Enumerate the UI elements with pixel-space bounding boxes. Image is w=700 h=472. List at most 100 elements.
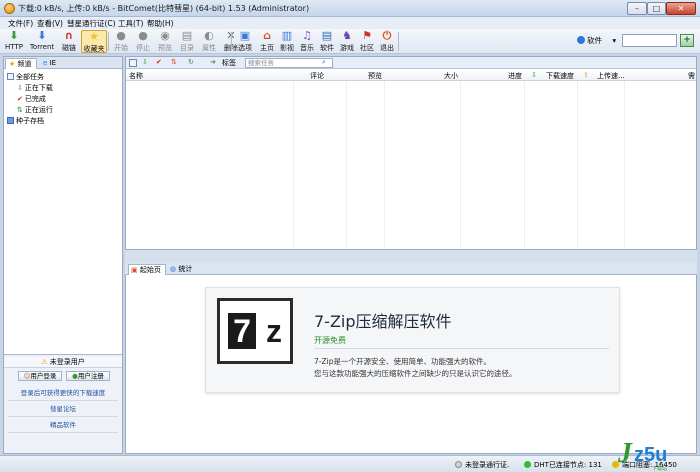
stop-icon: ● <box>138 29 148 42</box>
forum-link[interactable]: 彗星论坛 <box>4 403 122 413</box>
user-register-label: 用户注册 <box>77 372 104 380</box>
divider <box>8 432 118 433</box>
tab-channel[interactable]: ★ 频道 <box>5 58 37 69</box>
login-box: ⚠ 未登录用户 ☺用户登录 ●用户注册 登录后可获得更快的下载速度 彗星论坛 精… <box>4 354 122 453</box>
col-upload-speed[interactable]: 上传速... <box>597 71 625 81</box>
toolbar-button-label: 主页 <box>260 44 274 52</box>
tag-label[interactable]: 标签 <box>222 58 236 68</box>
properties-icon: ◐ <box>204 29 214 42</box>
offline-icon <box>455 461 462 468</box>
tag-icon: ➔ <box>210 58 216 66</box>
maximize-button[interactable]: □ <box>647 2 666 15</box>
toolbar-button-http[interactable]: ⬇ HTTP <box>3 30 25 53</box>
toolbar-button-start[interactable]: ● 开始 <box>110 30 132 53</box>
panel-splitter[interactable] <box>125 250 697 263</box>
dht-connected-icon <box>524 461 531 468</box>
toolbar-button-label: 开始 <box>114 44 128 52</box>
tab-ie[interactable]: e IE <box>40 58 60 69</box>
col-size[interactable]: 大小 <box>444 71 458 81</box>
tree-item-downloading[interactable]: ⇩ 正在下载 <box>17 83 53 93</box>
close-button[interactable]: ✕ <box>666 2 696 15</box>
software-link[interactable]: 精品软件 <box>4 419 122 429</box>
search-category-select[interactable]: 软件 ▾ <box>577 35 616 46</box>
tree-item-running[interactable]: ⇅ 正在运行 <box>17 105 53 115</box>
tree-item-completed[interactable]: ✔ 已完成 <box>17 94 46 104</box>
col-progress[interactable]: 进度 <box>508 71 522 81</box>
col-required[interactable]: 需 <box>688 71 695 81</box>
toolbar-button-home[interactable]: ⌂ 主页 <box>256 30 278 53</box>
tab-start-page[interactable]: ▣ 起始页 <box>128 264 166 275</box>
tree-item-torrent-archive[interactable]: 种子存档 <box>7 116 44 126</box>
software-ad-card[interactable]: 7 z 7-Zip压缩解压软件 开源免费 7-Zip是一个开源安全、使用简单、功… <box>205 287 620 393</box>
task-search-input[interactable]: 搜索任务 <box>245 58 333 68</box>
col-download-speed[interactable]: 下载速度 <box>546 71 574 81</box>
tree-item-label: 正在下载 <box>24 84 53 92</box>
archive-icon <box>7 117 14 124</box>
toolbar-separator <box>231 32 232 51</box>
col-preview[interactable]: 预览 <box>368 71 382 81</box>
running-filter-icon[interactable]: ⇅ <box>171 58 177 66</box>
tab-statistics[interactable]: ◍ 统计 <box>168 264 196 275</box>
ad-subtitle: 开源免费 <box>314 336 346 345</box>
passport-status[interactable]: 未登录通行证. <box>455 460 509 470</box>
toolbar-button-community[interactable]: ⚑ 社区 <box>357 30 377 53</box>
community-icon: ⚑ <box>362 29 372 42</box>
toolbar-button-exit[interactable]: ⏻ 退出 <box>377 30 397 53</box>
task-column-header: 名称 评论 预览 大小 进度 ⇩ 下载速度 ⇧ 上传速... 需 <box>126 70 696 81</box>
star-icon: ★ <box>9 60 16 68</box>
menu-tools[interactable]: 工具(T) <box>118 18 143 29</box>
toolbar-button-folder[interactable]: ▤ 目录 <box>176 30 198 53</box>
toolbar-button-magnet[interactable]: ∩ 磁链 <box>58 30 80 53</box>
toolbar-button-star[interactable]: ★ 收藏夹 <box>81 30 107 53</box>
user-register-button[interactable]: ●用户注册 <box>66 371 110 381</box>
start-icon: ● <box>116 29 126 42</box>
web-search-input[interactable] <box>622 34 677 47</box>
ad-title[interactable]: 7-Zip压缩解压软件 <box>314 308 452 332</box>
toolbar-button-stop[interactable]: ● 停止 <box>132 30 154 53</box>
task-list-icon[interactable] <box>129 59 137 67</box>
menu-passport[interactable]: 彗星通行证(C) <box>67 18 116 29</box>
toolbar-button-options[interactable]: ▣ 选项 <box>234 30 256 53</box>
ie-icon: e <box>43 59 48 67</box>
completed-filter-icon[interactable]: ✔ <box>156 58 162 66</box>
column-divider <box>460 81 461 249</box>
search-category-label: 软件 <box>587 36 602 45</box>
web-search-button[interactable]: + <box>680 34 694 47</box>
bitcomet-logo-icon <box>4 3 15 14</box>
jz5u-watermark: J z5u 下载站 <box>618 438 700 472</box>
menu-view[interactable]: 查看(V) <box>37 18 63 29</box>
all-tasks-icon <box>7 73 14 80</box>
faster-download-link[interactable]: 登录后可获得更快的下载速度 <box>4 387 122 397</box>
toolbar-button-label: 属性 <box>202 44 216 52</box>
minimize-button[interactable]: – <box>627 2 647 15</box>
toolbar-button-music[interactable]: ♫ 音乐 <box>297 30 317 53</box>
toolbar-button-torrent[interactable]: ⬇ Torrent <box>26 30 58 53</box>
toolbar-button-label: 社区 <box>360 44 374 52</box>
toolbar-button-label: HTTP <box>5 43 23 51</box>
user-login-label: 用户登录 <box>30 372 57 380</box>
refresh-icon[interactable]: ↻ <box>188 58 194 66</box>
col-comment[interactable]: 评论 <box>310 71 324 81</box>
toolbar-button-video[interactable]: ▥ 影视 <box>276 30 298 53</box>
home-icon: ⌂ <box>263 29 271 42</box>
music-icon: ♫ <box>302 29 312 42</box>
divider <box>8 400 118 401</box>
menu-help[interactable]: 帮助(H) <box>147 18 174 29</box>
user-login-button[interactable]: ☺用户登录 <box>18 371 62 381</box>
menu-file[interactable]: 文件(F) <box>8 18 33 29</box>
options-icon: ▣ <box>239 29 251 42</box>
download-filter-icon[interactable]: ⇩ <box>142 58 148 66</box>
col-name[interactable]: 名称 <box>129 71 143 81</box>
toolbar-button-game[interactable]: ♞ 游戏 <box>337 30 357 53</box>
toolbar-button-preview[interactable]: ◉ 预览 <box>154 30 176 53</box>
toolbar-button-label: 预览 <box>158 44 172 52</box>
tree-item-all-tasks[interactable]: 全部任务 <box>7 72 44 82</box>
search-icon[interactable]: ⌕ <box>322 58 326 67</box>
column-divider <box>293 81 294 249</box>
toolbar-button-label: 退出 <box>380 44 394 52</box>
toolbar-button-properties[interactable]: ◐ 属性 <box>198 30 220 53</box>
upload-arrow-icon: ⇧ <box>583 71 589 79</box>
tree-item-label: 已完成 <box>24 95 46 103</box>
column-divider <box>524 81 525 249</box>
toolbar-button-software[interactable]: ▤ 软件 <box>317 30 337 53</box>
